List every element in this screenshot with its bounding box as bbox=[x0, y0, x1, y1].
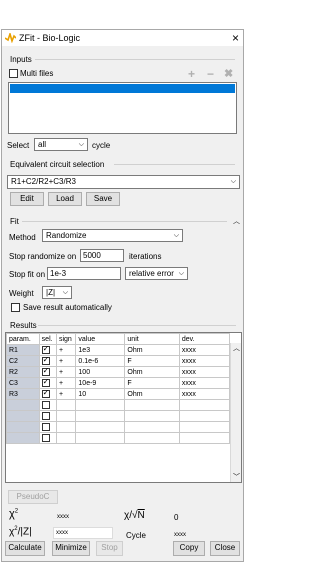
col-sel: sel. bbox=[38, 333, 57, 345]
zfit-window: ZFit - Bio-Logic × Inputs Multi files + … bbox=[1, 29, 244, 562]
stop-fit-input[interactable]: 1e-3 bbox=[47, 267, 121, 280]
save-button[interactable]: Save bbox=[86, 192, 120, 206]
fit-divider bbox=[22, 221, 227, 222]
inputs-divider bbox=[35, 59, 235, 60]
selected-file-row[interactable] bbox=[10, 84, 235, 93]
add-icon[interactable]: + bbox=[188, 67, 195, 81]
chi2-sqrt-n-value: 0 bbox=[174, 513, 179, 522]
pseudoc-button[interactable]: PseudoC bbox=[8, 490, 58, 504]
scroll-down-icon[interactable]: ﹀ bbox=[233, 472, 240, 482]
error-type-select[interactable]: relative error ⌵ bbox=[125, 267, 188, 280]
weight-label: Weight bbox=[9, 289, 34, 298]
stop-fit-label: Stop fit on bbox=[9, 270, 46, 279]
chi2-z-value: xxxx bbox=[53, 527, 113, 539]
biologic-logo-icon bbox=[4, 31, 17, 45]
save-auto-label: Save result automatically bbox=[23, 303, 112, 312]
cycle-select[interactable]: all ⌵ bbox=[34, 138, 88, 151]
results-scrollbar[interactable]: ︿ ﹀ bbox=[230, 343, 241, 482]
weight-select[interactable]: |Z| ⌵ bbox=[42, 286, 72, 299]
select-checkbox[interactable] bbox=[41, 355, 50, 365]
file-list[interactable] bbox=[8, 82, 237, 134]
select-checkbox[interactable] bbox=[41, 412, 50, 420]
edit-button[interactable]: Edit bbox=[10, 192, 44, 206]
load-button[interactable]: Load bbox=[48, 192, 82, 206]
minimize-button[interactable]: Minimize bbox=[52, 541, 90, 556]
remove-icon[interactable]: − bbox=[207, 67, 214, 81]
table-row[interactable]: R1 + 1e3 Ohm xxxx bbox=[6, 344, 231, 356]
window-title: ZFit - Bio-Logic bbox=[19, 33, 81, 43]
select-label: Select bbox=[7, 141, 30, 150]
table-row-empty[interactable] bbox=[6, 432, 231, 444]
select-checkbox[interactable] bbox=[41, 434, 50, 442]
table-row-empty[interactable] bbox=[6, 421, 231, 433]
circuit-select[interactable]: R1+C2/R2+C3/R3 ⌵ bbox=[7, 175, 240, 189]
calculate-button[interactable]: Calculate bbox=[5, 541, 45, 556]
select-checkbox[interactable] bbox=[41, 401, 50, 409]
select-checkbox[interactable] bbox=[41, 366, 50, 376]
stop-button[interactable]: Stop bbox=[96, 541, 123, 556]
cycle-label: cycle bbox=[92, 141, 111, 150]
table-row[interactable]: C3 + 10e-9 F xxxx bbox=[6, 377, 231, 389]
chi2-z-symbol: χ2/|Z| bbox=[9, 526, 32, 538]
results-table: param. sel. sign value unit dev. R1 + 1e… bbox=[6, 333, 231, 444]
cycle-result-value: xxxx bbox=[174, 532, 186, 538]
col-sign: sign bbox=[55, 333, 77, 345]
multi-files-checkbox[interactable] bbox=[9, 69, 18, 78]
collapse-fit-icon[interactable]: ︿ bbox=[233, 216, 240, 226]
table-row-empty[interactable] bbox=[6, 399, 231, 411]
method-label: Method bbox=[9, 233, 36, 242]
col-unit: unit bbox=[124, 333, 180, 345]
table-row[interactable]: C2 + 0.1e-6 F xxxx bbox=[6, 355, 231, 367]
cycle-result-label: Cycle bbox=[126, 531, 147, 540]
chevron-down-icon: ⌵ bbox=[78, 141, 84, 148]
close-button[interactable]: Close bbox=[210, 541, 240, 556]
select-checkbox[interactable] bbox=[41, 388, 50, 398]
chi2-symbol: χ2 bbox=[9, 508, 19, 520]
col-param: param. bbox=[6, 333, 40, 345]
select-checkbox[interactable] bbox=[41, 377, 50, 387]
results-header-row: param. sel. sign value unit dev. bbox=[6, 333, 231, 345]
chi2-value: xxxx bbox=[57, 514, 69, 520]
col-dev: dev. bbox=[178, 333, 231, 345]
save-auto-checkbox[interactable] bbox=[11, 303, 20, 312]
iterations-unit-label: iterations bbox=[129, 252, 162, 261]
title-bar: ZFit - Bio-Logic × bbox=[2, 30, 243, 46]
results-grid[interactable]: param. sel. sign value unit dev. R1 + 1e… bbox=[5, 332, 242, 483]
chevron-down-icon: ⌵ bbox=[230, 178, 236, 185]
circuit-section-label: Equivalent circuit selection bbox=[10, 160, 105, 169]
select-checkbox[interactable] bbox=[41, 344, 50, 354]
multi-files-label: Multi files bbox=[20, 69, 54, 78]
stop-randomize-label: Stop randomize on bbox=[9, 252, 77, 261]
table-row-empty[interactable] bbox=[6, 410, 231, 422]
close-icon[interactable]: × bbox=[232, 31, 239, 45]
results-section-label: Results bbox=[10, 321, 37, 330]
table-row[interactable]: R3 + 10 Ohm xxxx bbox=[6, 388, 231, 400]
stop-randomize-input[interactable]: 5000 bbox=[80, 249, 124, 262]
circuit-divider bbox=[114, 164, 235, 165]
select-checkbox[interactable] bbox=[41, 423, 50, 431]
chevron-down-icon: ⌵ bbox=[178, 270, 184, 277]
scroll-up-icon[interactable]: ︿ bbox=[233, 343, 240, 353]
table-row[interactable]: R2 + 100 Ohm xxxx bbox=[6, 366, 231, 378]
copy-button[interactable]: Copy bbox=[173, 541, 205, 556]
fit-section-label: Fit bbox=[10, 217, 19, 226]
chevron-down-icon: ⌵ bbox=[173, 232, 179, 239]
col-value: value bbox=[75, 333, 126, 345]
method-select[interactable]: Randomize ⌵ bbox=[42, 229, 183, 242]
chi2-sqrt-n-symbol: χ/√N bbox=[124, 510, 145, 521]
results-divider bbox=[38, 325, 236, 326]
delete-icon[interactable]: ✖ bbox=[224, 67, 233, 80]
chevron-down-icon: ⌵ bbox=[62, 289, 68, 296]
inputs-section-label: Inputs bbox=[10, 55, 32, 64]
